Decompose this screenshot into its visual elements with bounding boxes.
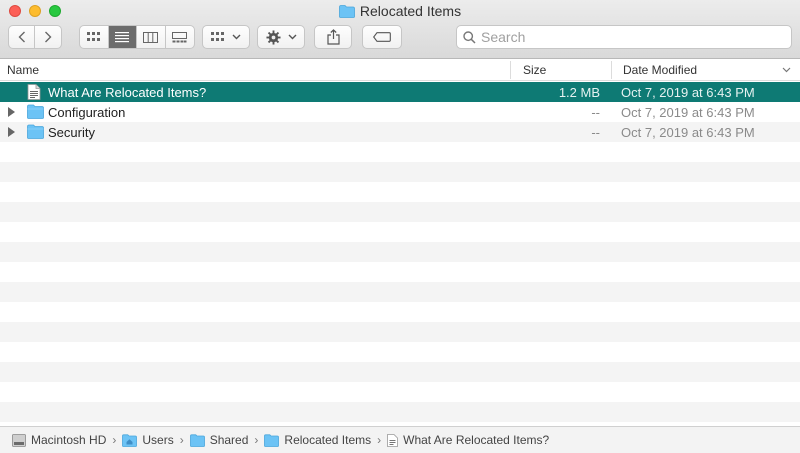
finder-window: Relocated Items Search Name Size Date Mo…	[0, 0, 800, 453]
file-name: Security	[48, 125, 95, 140]
share-button[interactable]	[314, 25, 352, 49]
view-mode-control	[79, 25, 195, 49]
folder-icon	[339, 5, 355, 18]
disclosure-triangle-icon[interactable]	[8, 107, 15, 117]
folder-icon	[189, 433, 205, 447]
gallery-icon	[172, 31, 188, 42]
toolbar: Relocated Items	[0, 0, 800, 59]
file-date: Oct 7, 2019 at 6:43 PM	[621, 125, 755, 140]
group-by-button[interactable]	[202, 25, 250, 49]
file-list: What Are Relocated Items? 1.2 MB Oct 7, …	[0, 82, 800, 424]
chevron-right-icon: ›	[377, 433, 382, 447]
column-name-header[interactable]: Name	[7, 63, 39, 77]
chevron-right-icon: ›	[179, 433, 184, 447]
empty-row	[0, 182, 800, 202]
search-icon	[463, 30, 476, 44]
chevron-left-icon	[18, 31, 25, 43]
path-label: Users	[142, 433, 174, 447]
empty-row	[0, 282, 800, 302]
column-size-header[interactable]: Size	[523, 63, 546, 77]
hard-drive-icon	[12, 433, 26, 447]
column-header: Name Size Date Modified	[0, 59, 800, 81]
nav-buttons	[8, 25, 62, 49]
window-title: Relocated Items	[0, 3, 800, 19]
file-row[interactable]: What Are Relocated Items? 1.2 MB Oct 7, …	[0, 82, 800, 102]
back-button[interactable]	[9, 26, 35, 48]
folder-icon	[264, 433, 280, 447]
group-grid-icon	[211, 32, 224, 41]
chevron-right-icon: ›	[112, 433, 117, 447]
column-view-button[interactable]	[137, 26, 166, 48]
path-label: Relocated Items	[284, 433, 372, 447]
home-folder-icon	[122, 433, 138, 447]
path-item-macintosh-hd[interactable]: Macintosh HD	[12, 433, 106, 447]
empty-row	[0, 222, 800, 242]
file-date: Oct 7, 2019 at 6:43 PM	[621, 105, 755, 120]
file-row[interactable]: Security -- Oct 7, 2019 at 6:43 PM	[0, 122, 800, 142]
tags-button[interactable]	[362, 25, 402, 49]
action-button[interactable]	[257, 25, 305, 49]
file-size: 1.2 MB	[558, 85, 600, 100]
file-date: Oct 7, 2019 at 6:43 PM	[621, 85, 755, 100]
empty-row	[0, 402, 800, 422]
empty-row	[0, 322, 800, 342]
window-title-text: Relocated Items	[359, 3, 462, 19]
document-icon	[387, 433, 399, 447]
file-size: --	[591, 125, 600, 140]
chevron-down-icon	[232, 34, 241, 40]
search-input[interactable]	[481, 29, 781, 45]
empty-row	[0, 382, 800, 402]
path-item-users[interactable]: Users	[122, 433, 174, 447]
path-item-document[interactable]: What Are Relocated Items?	[387, 433, 549, 447]
search-field[interactable]	[456, 25, 792, 49]
file-name: Configuration	[48, 105, 126, 120]
folder-icon	[27, 124, 44, 139]
gallery-view-button[interactable]	[166, 26, 194, 48]
empty-row	[0, 302, 800, 322]
chevron-right-icon	[45, 31, 52, 43]
chevron-down-icon	[288, 34, 296, 40]
empty-row	[0, 142, 800, 162]
column-date-header[interactable]: Date Modified	[623, 63, 697, 77]
path-item-relocated-items[interactable]: Relocated Items	[264, 433, 371, 447]
path-item-shared[interactable]: Shared	[189, 433, 249, 447]
disclosure-triangle-icon[interactable]	[8, 127, 15, 137]
empty-row	[0, 202, 800, 222]
icon-view-button[interactable]	[80, 26, 109, 48]
path-label: Macintosh HD	[31, 433, 107, 447]
columns-icon	[143, 31, 159, 43]
sort-chevron-down-icon	[782, 67, 791, 73]
file-row[interactable]: Configuration -- Oct 7, 2019 at 6:43 PM	[0, 102, 800, 122]
list-view-button[interactable]	[108, 26, 137, 48]
path-label: What Are Relocated Items?	[403, 433, 550, 447]
empty-row	[0, 162, 800, 182]
list-icon	[115, 31, 130, 42]
grid-icon	[86, 32, 100, 41]
file-size: --	[591, 105, 600, 120]
empty-row	[0, 242, 800, 262]
empty-row	[0, 362, 800, 382]
path-label: Shared	[209, 433, 249, 447]
share-icon	[326, 29, 340, 45]
forward-button[interactable]	[35, 26, 61, 48]
chevron-right-icon: ›	[254, 433, 259, 447]
column-divider[interactable]	[510, 61, 511, 79]
empty-row	[0, 262, 800, 282]
document-icon	[27, 84, 41, 100]
file-name: What Are Relocated Items?	[48, 85, 207, 100]
tag-icon	[373, 32, 391, 42]
column-divider[interactable]	[611, 61, 612, 79]
folder-icon	[27, 104, 44, 119]
empty-row	[0, 342, 800, 362]
path-bar: Macintosh HD › Users › Shared › Relocate…	[0, 426, 800, 453]
gear-icon	[265, 29, 281, 45]
